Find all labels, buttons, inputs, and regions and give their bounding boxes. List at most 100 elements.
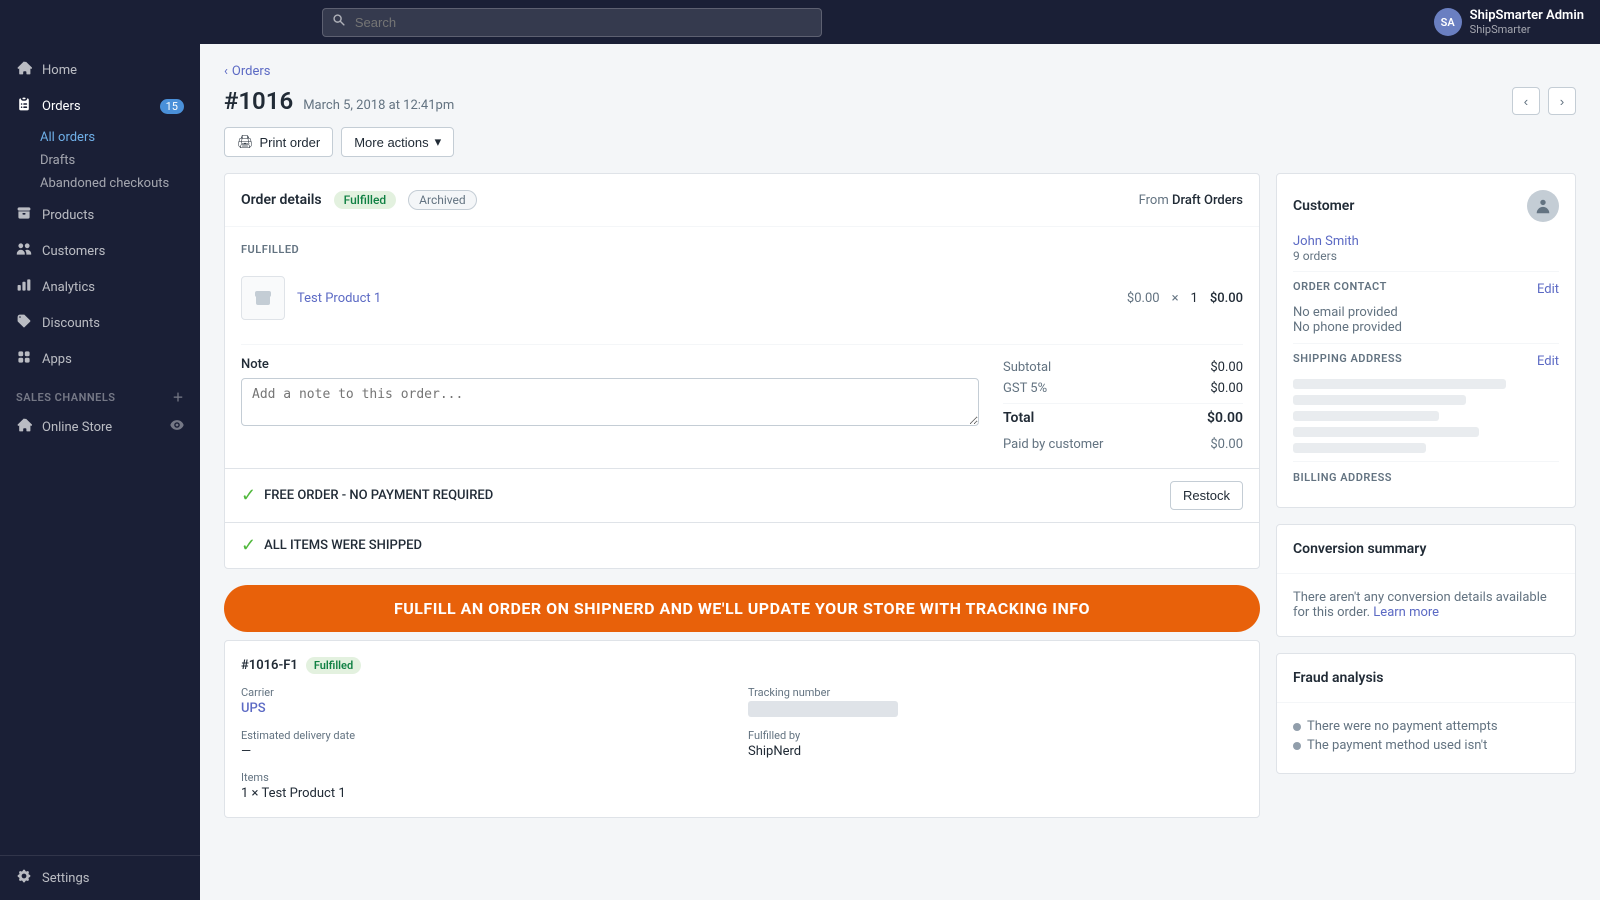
cta-banner[interactable]: FULFILL AN ORDER ON SHIPNERD AND WE'LL U…: [224, 585, 1260, 632]
chevron-down-icon: ▾: [435, 134, 442, 150]
free-order-text: ✓ FREE ORDER - NO PAYMENT REQUIRED: [241, 485, 493, 506]
fraud-card-header: Fraud analysis: [1277, 654, 1575, 703]
fulfilled-by-label: Fulfilled by: [748, 729, 1243, 742]
product-name[interactable]: Test Product 1: [297, 291, 1115, 306]
sidebar-item-orders[interactable]: Orders 15: [0, 88, 200, 124]
discounts-icon: [16, 313, 32, 333]
sidebar-item-apps[interactable]: Apps: [0, 341, 200, 377]
print-icon: 🖨: [237, 134, 254, 150]
fulfilled-by-field: Fulfilled by ShipNerd: [748, 729, 1243, 759]
product-qty: 1: [1191, 291, 1198, 306]
fulfilled-badge: Fulfilled: [334, 191, 397, 209]
note-label: Note: [241, 357, 979, 372]
search-input[interactable]: [322, 8, 822, 37]
abandoned-link[interactable]: Abandoned checkouts: [40, 172, 200, 195]
next-order-button[interactable]: ›: [1548, 87, 1576, 115]
search-icon: [332, 13, 346, 31]
sidebar-item-discounts[interactable]: Discounts: [0, 305, 200, 341]
user-area: SA ShipSmarter Admin ShipSmarter: [1434, 8, 1584, 37]
fraud-item-1: There were no payment attempts: [1293, 719, 1559, 734]
fraud-card: Fraud analysis There were no payment att…: [1276, 653, 1576, 774]
products-label: Products: [42, 208, 94, 223]
more-actions-button[interactable]: More actions ▾: [341, 127, 454, 157]
sidebar: Home Orders 15 All orders Drafts Abandon…: [0, 44, 200, 900]
edit-contact-button[interactable]: Edit: [1537, 282, 1559, 297]
fulfilled-section-label: FULFILLED: [241, 243, 1243, 256]
delivery-field: Estimated delivery date —: [241, 729, 736, 759]
shipping-address-label: SHIPPING ADDRESS: [1293, 352, 1402, 365]
order-title: #1016: [224, 87, 293, 115]
shipped-check-icon: ✓: [241, 535, 256, 556]
breadcrumb[interactable]: ‹ Orders: [224, 64, 1576, 79]
customer-card-body: John Smith 9 orders ORDER CONTACT Edit N…: [1277, 230, 1575, 507]
order-navigation: ‹ ›: [1512, 87, 1576, 115]
customer-card: Customer John Smith 9 orders ORDER CONTA…: [1276, 173, 1576, 508]
fulfillment-status-badge: Fulfilled: [306, 657, 361, 674]
conversion-body: There aren't any conversion details avai…: [1277, 574, 1575, 636]
order-toolbar: 🖨 Print order More actions ▾: [224, 127, 1576, 157]
home-label: Home: [42, 63, 77, 78]
fulfillment-body: #1016-F1 Fulfilled Carrier UPS Tracking …: [225, 641, 1259, 817]
online-store-left: Online Store: [16, 417, 112, 437]
user-avatar: SA: [1434, 8, 1462, 36]
order-title-row: #1016 March 5, 2018 at 12:41pm: [224, 87, 454, 115]
order-details-body: FULFILLED Test Product 1 $0.00 × 1 $0.00: [225, 227, 1259, 468]
product-price: $0.00: [1127, 291, 1160, 306]
sidebar-item-customers[interactable]: Customers: [0, 233, 200, 269]
analytics-label: Analytics: [42, 280, 95, 295]
prev-order-button[interactable]: ‹: [1512, 87, 1540, 115]
apps-label: Apps: [42, 352, 72, 367]
customer-name[interactable]: John Smith: [1293, 234, 1559, 249]
customers-icon: [16, 241, 32, 261]
tracking-field: Tracking number XXXXXXXXXXXXXXXXX: [748, 686, 1243, 717]
items-value: 1 × Test Product 1: [241, 786, 1243, 801]
customer-avatar: [1527, 190, 1559, 222]
customer-title: Customer: [1293, 198, 1354, 214]
add-sales-channel-icon[interactable]: ＋: [173, 389, 185, 405]
restock-button[interactable]: Restock: [1170, 481, 1243, 510]
order-details-card: Order details Fulfilled Archived From Dr…: [224, 173, 1260, 569]
totals-breakdown: Subtotal $0.00 GST 5% $0.00 Total: [1003, 357, 1243, 452]
items-label: Items: [241, 771, 1243, 784]
gst-row: GST 5% $0.00: [1003, 378, 1243, 399]
sidebar-item-home[interactable]: Home: [0, 52, 200, 88]
apps-icon: [16, 349, 32, 369]
total-row: Total $0.00: [1003, 403, 1243, 429]
carrier-value: UPS: [241, 701, 736, 716]
note-section: Note: [241, 357, 979, 452]
fraud-text-2: The payment method used isn't: [1307, 738, 1487, 753]
note-input[interactable]: [241, 378, 979, 426]
no-email-text: No email provided: [1293, 305, 1559, 320]
learn-more-link[interactable]: Learn more: [1373, 605, 1439, 620]
online-store-visibility-icon[interactable]: [170, 418, 184, 436]
fraud-title: Fraud analysis: [1293, 670, 1384, 686]
tracking-label: Tracking number: [748, 686, 1243, 699]
home-icon: [16, 60, 32, 80]
analytics-icon: [16, 277, 32, 297]
order-contact-label: ORDER CONTACT: [1293, 280, 1387, 293]
sidebar-item-products[interactable]: Products: [0, 197, 200, 233]
billing-address-label: BILLING ADDRESS: [1293, 471, 1392, 484]
fraud-item-2: The payment method used isn't: [1293, 738, 1559, 753]
drafts-link[interactable]: Drafts: [40, 149, 200, 172]
orders-badge: 15: [160, 99, 184, 114]
main-layout: Home Orders 15 All orders Drafts Abandon…: [0, 44, 1600, 900]
sidebar-item-analytics[interactable]: Analytics: [0, 269, 200, 305]
check-circle-icon: ✓: [241, 485, 256, 506]
discounts-label: Discounts: [42, 316, 100, 331]
shipped-banner: ✓ ALL ITEMS WERE SHIPPED: [225, 522, 1259, 568]
product-image: [241, 276, 285, 320]
all-orders-link[interactable]: All orders: [40, 126, 200, 149]
orders-label: Orders: [42, 99, 81, 114]
free-order-banner: ✓ FREE ORDER - NO PAYMENT REQUIRED Resto…: [225, 468, 1259, 522]
delivery-label: Estimated delivery date: [241, 729, 736, 742]
print-order-button[interactable]: 🖨 Print order: [224, 127, 333, 157]
sidebar-item-settings[interactable]: Settings: [0, 855, 200, 900]
edit-shipping-button[interactable]: Edit: [1537, 354, 1559, 369]
order-header: #1016 March 5, 2018 at 12:41pm ‹ ›: [224, 87, 1576, 115]
product-total: $0.00: [1210, 291, 1243, 306]
settings-label: Settings: [42, 871, 89, 886]
sidebar-item-online-store[interactable]: Online Store: [0, 409, 200, 445]
order-date: March 5, 2018 at 12:41pm: [303, 98, 454, 113]
order-details-header: Order details Fulfilled Archived From Dr…: [225, 174, 1259, 227]
